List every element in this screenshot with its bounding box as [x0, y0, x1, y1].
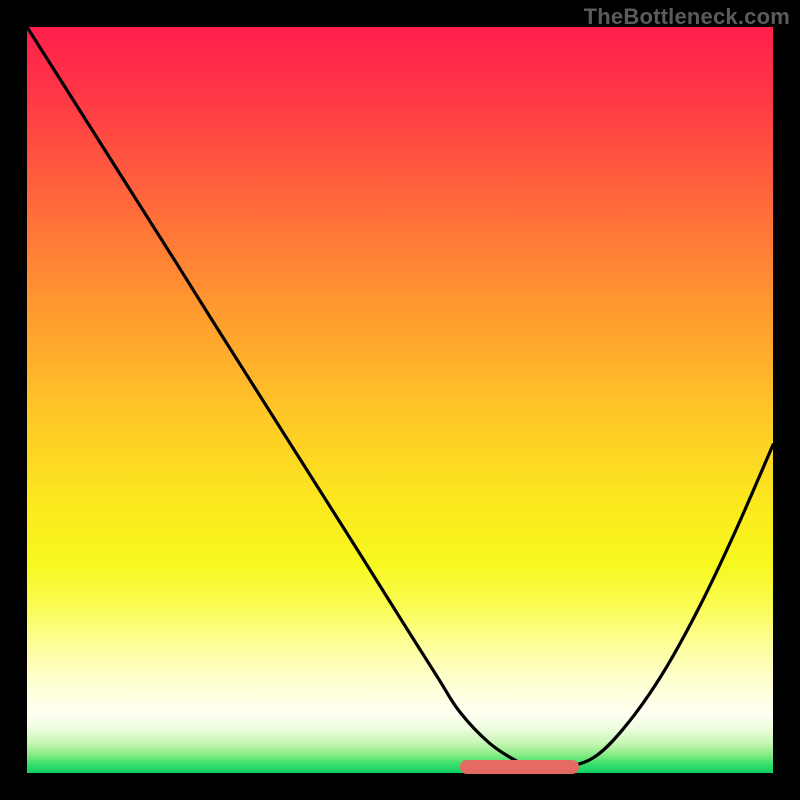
plot-area	[27, 27, 773, 773]
watermark-text: TheBottleneck.com	[584, 4, 790, 30]
plot-background-gradient	[27, 27, 773, 773]
chart-frame: TheBottleneck.com	[0, 0, 800, 800]
